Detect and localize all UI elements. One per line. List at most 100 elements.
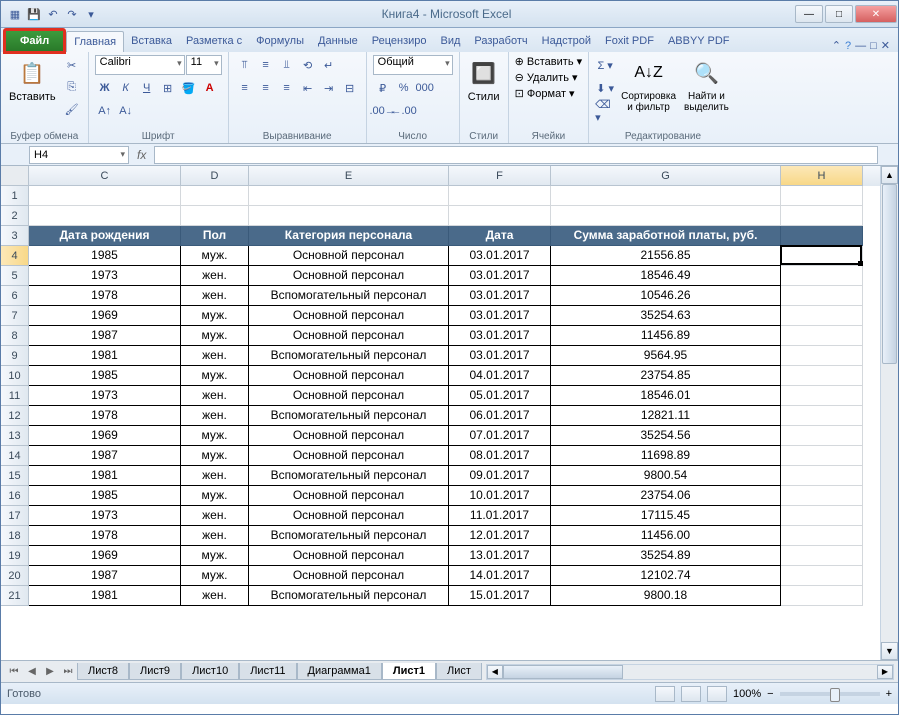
row-header[interactable]: 12	[1, 406, 29, 426]
table-cell[interactable]: 35254.63	[551, 306, 781, 326]
table-cell[interactable]	[781, 286, 863, 306]
table-header-cell[interactable]: Дата рождения	[29, 226, 181, 246]
table-cell[interactable]	[781, 386, 863, 406]
sheet-tab[interactable]: Лист10	[181, 663, 239, 680]
row-header[interactable]: 13	[1, 426, 29, 446]
row-header[interactable]: 2	[1, 206, 29, 226]
table-cell[interactable]: Основной персонал	[249, 306, 449, 326]
row-header[interactable]: 21	[1, 586, 29, 606]
table-cell[interactable]	[781, 506, 863, 526]
row-header[interactable]: 19	[1, 546, 29, 566]
row-header[interactable]: 20	[1, 566, 29, 586]
merge-cells-icon[interactable]: ⊟	[340, 78, 360, 98]
font-color-button[interactable]: A	[200, 78, 220, 98]
table-header-cell[interactable]	[781, 226, 863, 246]
undo-icon[interactable]: ↶	[45, 6, 61, 22]
ribbon-tab[interactable]: Надстрой	[535, 31, 598, 52]
table-cell[interactable]: 35254.56	[551, 426, 781, 446]
table-cell[interactable]: муж.	[181, 546, 249, 566]
table-cell[interactable]: Основной персонал	[249, 366, 449, 386]
font-name-combo[interactable]: Calibri	[95, 55, 185, 75]
maximize-button[interactable]: □	[825, 5, 853, 23]
table-cell[interactable]: Основной персонал	[249, 426, 449, 446]
view-layout-button[interactable]	[681, 686, 701, 702]
sheet-tab[interactable]: Лист9	[129, 663, 181, 680]
table-cell[interactable]: Вспомогательный персонал	[249, 286, 449, 306]
save-icon[interactable]: 💾	[26, 6, 42, 22]
table-cell[interactable]: 03.01.2017	[449, 346, 551, 366]
formula-input[interactable]	[154, 146, 878, 164]
ribbon-tab[interactable]: Вид	[434, 31, 468, 52]
table-cell[interactable]: Основной персонал	[249, 386, 449, 406]
table-cell[interactable]: муж.	[181, 486, 249, 506]
row-header[interactable]: 15	[1, 466, 29, 486]
table-cell[interactable]	[781, 546, 863, 566]
table-cell[interactable]: жен.	[181, 586, 249, 606]
doc-close-icon[interactable]: ✕	[881, 39, 890, 52]
table-cell[interactable]: 1985	[29, 366, 181, 386]
table-header-cell[interactable]: Сумма заработной платы, руб.	[551, 226, 781, 246]
table-cell[interactable]: Основной персонал	[249, 566, 449, 586]
ribbon-tab[interactable]: Рецензиро	[365, 31, 434, 52]
row-header[interactable]: 11	[1, 386, 29, 406]
row-header[interactable]: 17	[1, 506, 29, 526]
column-header[interactable]: H	[781, 166, 863, 186]
orientation-icon[interactable]: ⟲	[298, 55, 318, 75]
table-cell[interactable]: Основной персонал	[249, 546, 449, 566]
table-cell[interactable]: Вспомогательный персонал	[249, 466, 449, 486]
ribbon-tab[interactable]: Разметка с	[179, 31, 249, 52]
font-size-combo[interactable]: 11	[186, 55, 222, 75]
table-cell[interactable]	[781, 446, 863, 466]
scroll-down-button[interactable]: ▼	[881, 642, 898, 660]
sort-filter-button[interactable]: A↓Z Сортировка и фильтр	[619, 55, 678, 115]
find-select-button[interactable]: 🔍 Найти и выделить	[682, 55, 731, 115]
table-cell[interactable]: жен.	[181, 466, 249, 486]
column-header[interactable]: E	[249, 166, 449, 186]
select-all-corner[interactable]	[1, 166, 29, 186]
table-cell[interactable]: 03.01.2017	[449, 306, 551, 326]
bold-button[interactable]: Ж	[95, 78, 115, 98]
table-cell[interactable]: 17115.45	[551, 506, 781, 526]
table-cell[interactable]: муж.	[181, 326, 249, 346]
row-header[interactable]: 9	[1, 346, 29, 366]
table-cell[interactable]	[781, 526, 863, 546]
qat-more-icon[interactable]: ▾	[83, 6, 99, 22]
table-cell[interactable]	[781, 306, 863, 326]
table-cell[interactable]	[551, 206, 781, 226]
scroll-left-button[interactable]: ◀	[487, 665, 503, 679]
increase-indent-icon[interactable]: ⇥	[319, 78, 339, 98]
table-cell[interactable]: муж.	[181, 446, 249, 466]
align-center-icon[interactable]: ≡	[256, 78, 276, 98]
table-cell[interactable]: 03.01.2017	[449, 286, 551, 306]
table-cell[interactable]	[781, 406, 863, 426]
row-header[interactable]: 18	[1, 526, 29, 546]
ribbon-tab[interactable]: ABBYY PDF	[661, 31, 737, 52]
border-button[interactable]: ⊞	[158, 78, 178, 98]
table-cell[interactable]: 23754.85	[551, 366, 781, 386]
decrease-decimal-icon[interactable]: ←.00	[394, 101, 414, 121]
table-cell[interactable]: Основной персонал	[249, 486, 449, 506]
table-cell[interactable]: 1987	[29, 326, 181, 346]
table-cell[interactable]: 03.01.2017	[449, 266, 551, 286]
table-header-cell[interactable]: Дата	[449, 226, 551, 246]
zoom-level[interactable]: 100%	[733, 688, 761, 700]
table-cell[interactable]: 1973	[29, 266, 181, 286]
table-cell[interactable]: 21556.85	[551, 246, 781, 266]
table-cell[interactable]	[781, 186, 863, 206]
table-cell[interactable]	[781, 426, 863, 446]
table-cell[interactable]: 13.01.2017	[449, 546, 551, 566]
table-cell[interactable]	[781, 366, 863, 386]
ribbon-tab[interactable]: Разработч	[467, 31, 534, 52]
table-cell[interactable]: Основной персонал	[249, 446, 449, 466]
table-cell[interactable]: Вспомогательный персонал	[249, 586, 449, 606]
align-left-icon[interactable]: ≡	[235, 78, 255, 98]
doc-minimize-icon[interactable]: —	[855, 40, 866, 52]
styles-button[interactable]: 🔲 Стили	[466, 55, 502, 105]
sheet-next-icon[interactable]: ▶	[41, 666, 59, 677]
autosum-icon[interactable]: Σ ▾	[595, 55, 615, 75]
table-cell[interactable]: 1981	[29, 466, 181, 486]
table-cell[interactable]	[781, 266, 863, 286]
table-cell[interactable]: Основной персонал	[249, 326, 449, 346]
minimize-ribbon-icon[interactable]: ⌃	[832, 39, 841, 52]
table-cell[interactable]: Вспомогательный персонал	[249, 346, 449, 366]
